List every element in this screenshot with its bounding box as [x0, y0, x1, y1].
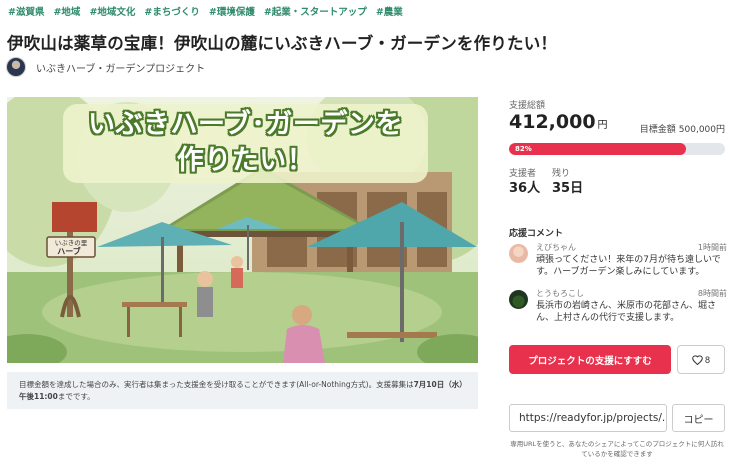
goal-amount: 目標金額 500,000円 [640, 122, 725, 135]
comment-text: 頑張ってください！来年の7月が待ち遠しいです。ハーブガーデン楽しみにしています。 [536, 255, 721, 277]
supporters-count: 36人 [509, 181, 541, 196]
tag-startup[interactable]: #起業・スタートアップ [264, 4, 367, 18]
total-amount-unit: 円 [597, 120, 608, 131]
project-title: 伊吹山は薬草の宝庫！伊吹山の麓にいぶきハーブ・ガーデンを作りたい！ [7, 34, 558, 53]
tag-list: #滋賀県 #地域 #地域文化 #まちづくり #環境保護 #起業・スタートアップ … [8, 4, 403, 18]
total-amount: 412,000 円 [509, 111, 608, 133]
sign-line2: ハーブ [57, 246, 81, 256]
owner-name[interactable]: いぶきハーブ・ガーデンプロジェクト [36, 60, 205, 75]
sign-line1: いぶきの里 [55, 239, 88, 247]
notice-suffix: までです。 [57, 392, 95, 401]
goal-label: 目標金額 [639, 125, 676, 135]
total-label: 支援総額 [509, 101, 546, 111]
tag-agriculture[interactable]: #農業 [376, 4, 403, 18]
owner-avatar [6, 57, 26, 77]
comment-author[interactable]: とうもろこし [536, 288, 584, 299]
share-url-note: 専用URLを使うと、あなたのシェアによってこのプロジェクトに何人訪れているかを確… [510, 440, 724, 458]
all-or-nothing-notice: 目標金額を達成した場合のみ、実行者は集まった支援金を受け取ることができます(Al… [7, 372, 478, 409]
progress-fill: 82% [509, 143, 687, 155]
tag-shiga[interactable]: #滋賀県 [8, 4, 44, 18]
tag-local-culture[interactable]: #地域文化 [89, 4, 135, 18]
project-owner[interactable]: いぶきハーブ・ガーデンプロジェクト [6, 57, 205, 77]
heart-icon [692, 354, 703, 365]
favorite-button[interactable]: 8 [677, 345, 725, 374]
tag-region[interactable]: #地域 [53, 4, 80, 18]
comment-text: 長浜市の岩崎さん、米原市の花部さん、堀さん、上村さんの代行で支援します。 [536, 301, 717, 323]
hero-headline: いぶきハーブ･ガーデンを 作りたい！ [63, 104, 428, 183]
comment-time: 8時間前 [697, 289, 727, 298]
avatar[interactable] [509, 290, 528, 309]
remaining-days: 35日 [552, 181, 584, 196]
tag-environment[interactable]: #環境保護 [209, 4, 255, 18]
goal-value: 500,000円 [678, 125, 725, 135]
favorite-count: 8 [704, 354, 710, 365]
comment-time: 1時間前 [697, 243, 727, 252]
hero-image: いぶきの里 ハーブ いぶきハーブ･ガーデンを 作りたい！ [7, 97, 478, 363]
avatar[interactable] [509, 244, 528, 263]
total-amount-value: 412,000 [509, 111, 596, 133]
share-url-field[interactable]: https://readyfor.jp/projects/... [509, 404, 667, 432]
tag-town-development[interactable]: #まちづくり [144, 4, 199, 18]
notice-text: 目標金額を達成した場合のみ、実行者は集まった支援金を受け取ることができます(Al… [19, 380, 414, 389]
support-project-button[interactable]: プロジェクトの支援にすすむ [509, 345, 671, 374]
copy-url-button[interactable]: コピー [672, 404, 725, 432]
hero-headline-line1: いぶきハーブ･ガーデンを [88, 109, 403, 140]
progress-bar: 82% [509, 143, 725, 155]
hero-headline-line2: 作りたい！ [176, 145, 315, 176]
comment-author[interactable]: えびちゃん [536, 242, 576, 253]
comments-heading: 応援コメント [509, 229, 564, 239]
